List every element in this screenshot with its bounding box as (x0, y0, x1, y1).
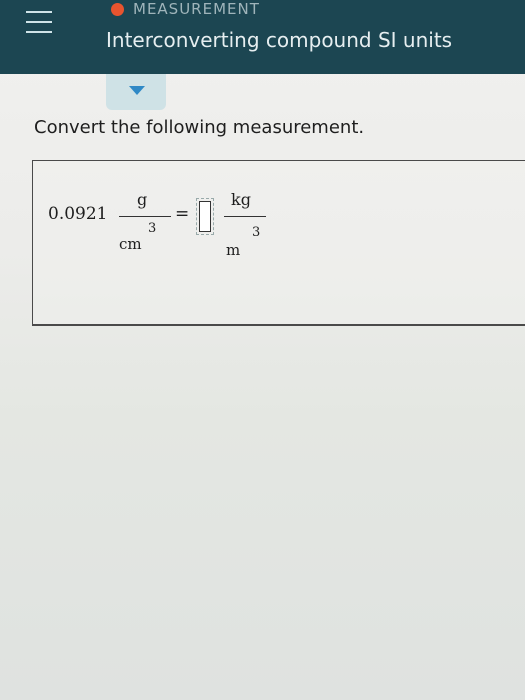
equals-sign: = (175, 204, 190, 224)
expand-dropdown-button[interactable] (106, 74, 166, 110)
hamburger-menu-icon[interactable] (26, 11, 52, 37)
page: MEASUREMENT Interconverting compound SI … (0, 0, 525, 700)
menu-line (26, 31, 52, 33)
to-unit-numerator: kg (231, 190, 251, 209)
status-dot-icon (111, 2, 124, 16)
to-unit-exponent: 3 (252, 225, 261, 240)
caret-down-icon (129, 86, 145, 95)
answer-input[interactable] (196, 198, 214, 235)
to-unit-denominator: m (226, 241, 241, 259)
given-value: 0.0921 (48, 204, 108, 224)
header-bar: MEASUREMENT Interconverting compound SI … (0, 0, 525, 74)
menu-line (26, 21, 52, 23)
from-unit-exponent: 3 (148, 221, 157, 236)
problem-box: 0.0921 g 3 cm = kg 3 m (32, 160, 525, 326)
instruction-text: Convert the following measurement. (34, 117, 365, 138)
topic-row: MEASUREMENT (111, 0, 260, 18)
fraction-bar (119, 216, 171, 217)
page-title: Interconverting compound SI units (106, 28, 453, 52)
fraction-bar (224, 216, 266, 217)
topic-label: MEASUREMENT (133, 0, 260, 18)
from-unit-numerator: g (137, 190, 148, 209)
menu-line (26, 11, 52, 13)
from-unit-denominator: cm (119, 235, 142, 253)
